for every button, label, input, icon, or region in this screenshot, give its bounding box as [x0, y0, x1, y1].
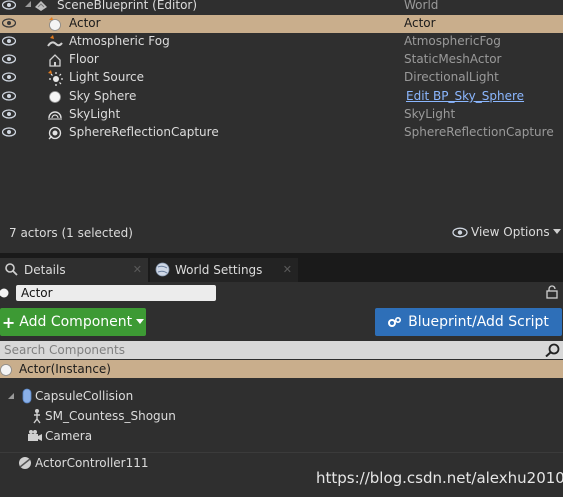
component-camera[interactable]: Camera [0, 427, 563, 445]
view-options-label: View Options [471, 225, 550, 239]
outliner-item-type: SphereReflectionCapture [404, 125, 554, 139]
close-icon[interactable]: ✕ [283, 263, 292, 276]
outliner-item-type: StaticMeshActor [404, 52, 502, 66]
divider [0, 452, 563, 453]
sphere-icon [49, 91, 61, 103]
outliner-item-type: SkyLight [404, 107, 456, 121]
fog-icon [47, 35, 63, 47]
search-icon[interactable] [545, 343, 561, 357]
component-actor-instance[interactable]: Actor(Instance) [0, 360, 563, 378]
close-icon[interactable]: ✕ [133, 263, 142, 276]
component-name: SM_Countess_Shogun [45, 409, 176, 423]
outliner-row-actor[interactable]: Actor Actor [0, 15, 563, 33]
details-panel: + Add Component Blueprint/Add Script Act… [0, 282, 563, 497]
component-capsule-collision[interactable]: CapsuleCollision [0, 387, 563, 405]
visibility-eye-icon[interactable] [2, 54, 16, 64]
tab-world-settings[interactable]: World Settings ✕ [150, 258, 298, 282]
outliner-item-type: DirectionalLight [404, 70, 499, 84]
visibility-eye-icon[interactable] [2, 109, 16, 119]
expand-arrow-icon[interactable] [7, 391, 15, 401]
outliner-item-name: SkyLight [69, 107, 121, 121]
search-components-input[interactable] [0, 341, 563, 359]
world-outliner: SceneBlueprint (Editor) World Actor Acto… [0, 0, 563, 253]
actor-component-icon [19, 457, 31, 469]
capsule-icon [22, 388, 32, 404]
gears-icon [388, 316, 402, 327]
blueprint-add-script-button[interactable]: Blueprint/Add Script [375, 308, 562, 336]
component-name: ActorController111 [35, 456, 149, 470]
tab-label: World Settings [175, 263, 263, 277]
edit-blueprint-link[interactable]: Edit BP_Sky_Sphere [406, 89, 524, 103]
outliner-item-name: Floor [69, 52, 99, 66]
outliner-row-atmospheric-fog[interactable]: Atmospheric Fog AtmosphericFog [0, 33, 563, 51]
chevron-down-icon [552, 229, 561, 234]
tab-bar: Details ✕ World Settings ✕ [0, 253, 563, 282]
outliner-item-name: SceneBlueprint (Editor) [57, 0, 198, 12]
visibility-eye-icon[interactable] [2, 18, 16, 28]
globe-icon [155, 262, 170, 277]
visibility-eye-icon[interactable] [2, 91, 16, 101]
static-mesh-icon [49, 54, 61, 67]
lock-icon[interactable] [546, 285, 558, 299]
visibility-eye-icon[interactable] [2, 127, 16, 137]
skeletal-mesh-icon [33, 409, 41, 424]
component-name: Actor(Instance) [19, 362, 111, 376]
component-name: CapsuleCollision [35, 389, 134, 403]
component-name: Camera [45, 429, 93, 443]
actor-count-label: 7 actors (1 selected) [9, 226, 133, 240]
visibility-eye-icon[interactable] [2, 72, 16, 82]
world-icon [35, 1, 47, 11]
outliner-row-sphere-reflection-capture[interactable]: SphereReflectionCapture SphereReflection… [0, 124, 563, 142]
outliner-row-floor[interactable]: Floor StaticMeshActor [0, 51, 563, 69]
watermark-text: https://blog.csdn.net/alexhu2010q [316, 469, 563, 487]
outliner-row-world[interactable]: SceneBlueprint (Editor) World [0, 0, 563, 15]
view-options-button[interactable]: View Options [452, 225, 561, 239]
tab-details[interactable]: Details ✕ [0, 258, 148, 282]
outliner-item-type: World [404, 0, 439, 12]
eye-icon [452, 227, 468, 237]
chevron-down-icon [136, 319, 145, 324]
camera-icon [28, 430, 42, 441]
expand-arrow-icon[interactable] [24, 0, 32, 11]
outliner-row-light-source[interactable]: Light Source DirectionalLight [0, 69, 563, 87]
outliner-item-name: SphereReflectionCapture [69, 125, 219, 139]
actor-name-row [0, 282, 563, 304]
add-component-label: Add Component [19, 314, 133, 330]
details-search-icon [5, 263, 18, 276]
actor-sphere-icon [0, 288, 9, 298]
tab-label: Details [24, 263, 66, 277]
actor-sphere-icon [49, 17, 61, 31]
directional-light-icon [48, 70, 63, 86]
outliner-row-sky-sphere[interactable]: Sky Sphere Edit BP_Sky_Sphere [0, 88, 563, 106]
outliner-footer: 7 actors (1 selected) View Options [0, 222, 563, 244]
visibility-eye-icon[interactable] [2, 36, 16, 46]
plus-icon: + [1, 312, 16, 332]
add-component-button[interactable]: + Add Component [0, 308, 146, 336]
skylight-icon [48, 111, 62, 120]
outliner-item-type: Actor [404, 16, 436, 30]
outliner-row-skylight[interactable]: SkyLight SkyLight [0, 106, 563, 124]
outliner-item-name: Actor [69, 16, 101, 30]
reflection-capture-icon [48, 126, 62, 140]
actor-name-field[interactable] [16, 285, 216, 301]
component-sm-countess-shogun[interactable]: SM_Countess_Shogun [0, 407, 563, 425]
actor-sphere-icon [0, 364, 12, 376]
outliner-item-type: AtmosphericFog [404, 34, 501, 48]
outliner-item-name: Light Source [69, 70, 144, 84]
blueprint-add-script-label: Blueprint/Add Script [408, 314, 549, 330]
visibility-eye-icon[interactable] [2, 0, 16, 10]
outliner-item-name: Atmospheric Fog [69, 34, 170, 48]
outliner-item-name: Sky Sphere [69, 89, 137, 103]
